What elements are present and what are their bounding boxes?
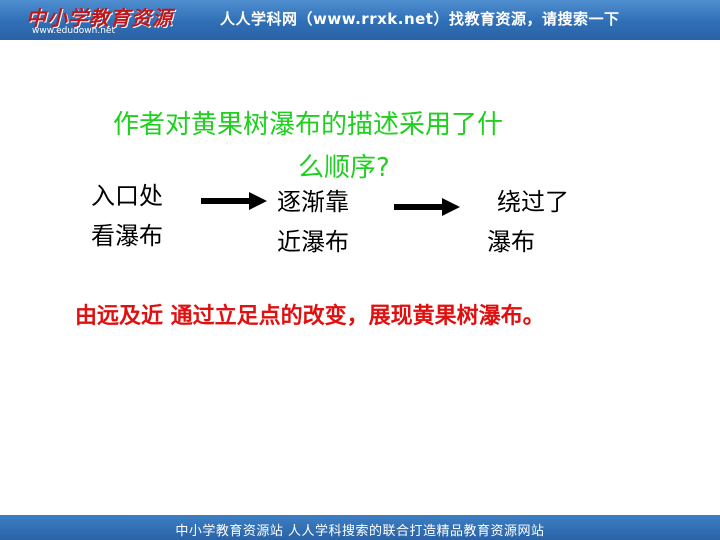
step-2-line-2: 近瀑布 bbox=[277, 228, 349, 256]
logo-url: www.edudown.net bbox=[32, 26, 115, 36]
top-banner: 中小学教育资源 www.edudown.net 人人学科网（www.rrxk.n… bbox=[0, 0, 720, 40]
question-line-2: 么顺序? bbox=[298, 153, 390, 183]
arrow-right-icon bbox=[394, 198, 460, 216]
step-1-line-2: 看瀑布 bbox=[91, 222, 163, 250]
bottom-banner: 中小学教育资源站 人人学科搜索的联合打造精品教育资源网站 bbox=[0, 515, 720, 540]
step-2-line-1: 逐渐靠 bbox=[277, 188, 349, 216]
step-3-line-1: 绕过了 bbox=[497, 188, 569, 216]
step-3-line-2: 瀑布 bbox=[487, 228, 535, 256]
conclusion-text: 由远及近 通过立足点的改变，展现黄果树瀑布。 bbox=[75, 304, 545, 329]
footer-text[interactable]: 中小学教育资源站 人人学科搜索的联合打造精品教育资源网站 bbox=[0, 520, 720, 539]
arrow-right-icon bbox=[201, 192, 267, 210]
step-1-line-1: 入口处 bbox=[91, 182, 163, 210]
question-line-1: 作者对黄果树瀑布的描述采用了什 bbox=[113, 110, 504, 140]
site-logo[interactable]: 中小学教育资源 www.edudown.net bbox=[8, 2, 172, 38]
banner-text: 人人学科网（www.rrxk.net）找教育资源，请搜索一下 bbox=[220, 10, 620, 28]
